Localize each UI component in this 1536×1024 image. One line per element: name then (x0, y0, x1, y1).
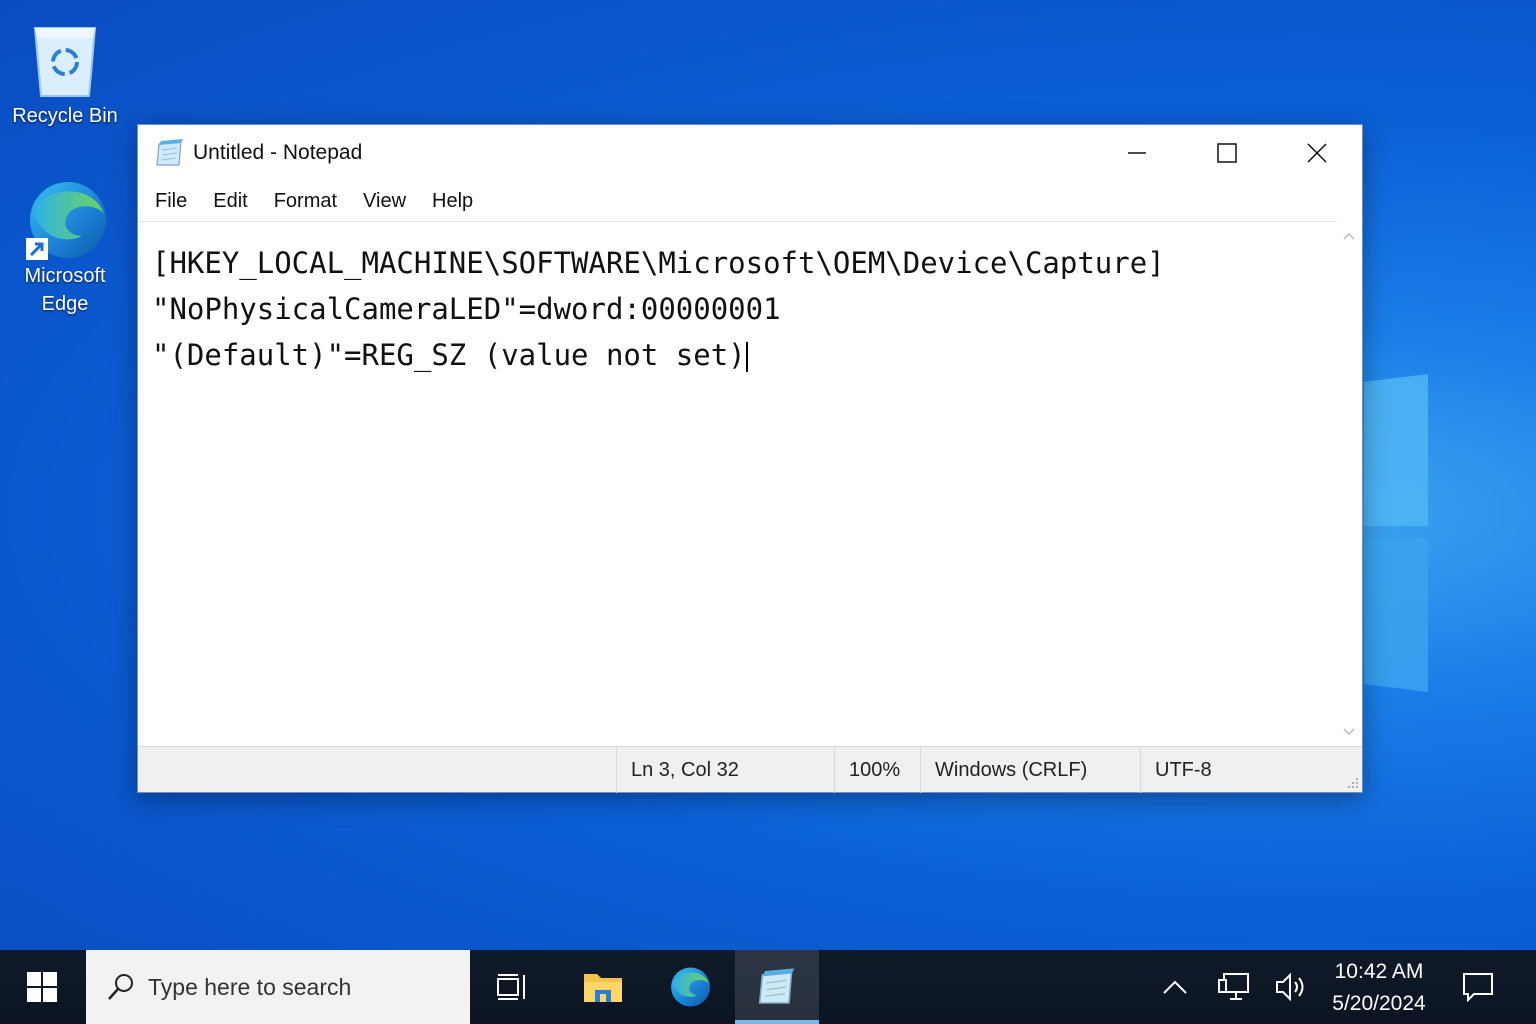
text-editor[interactable]: [HKEY_LOCAL_MACHINE\SOFTWARE\Microsoft\O… (138, 221, 1337, 747)
desktop-icon-recycle-bin[interactable]: Recycle Bin (10, 18, 120, 130)
start-button[interactable] (0, 950, 84, 1024)
search-icon (108, 974, 133, 1000)
minimize-button[interactable] (1092, 125, 1182, 181)
task-view-button[interactable] (470, 950, 554, 1024)
status-position: Ln 3, Col 32 (616, 747, 834, 793)
network-button[interactable] (1209, 950, 1259, 1024)
desktop-icon-edge[interactable]: Microsoft Edge (10, 178, 120, 318)
file-explorer-button[interactable] (561, 950, 645, 1024)
notepad-icon (758, 968, 795, 1004)
clock-time: 10:42 AM (1334, 960, 1424, 983)
desktop-icon-label-line2: Edge (41, 293, 89, 315)
status-zoom: 100% (834, 747, 920, 793)
maximize-button[interactable] (1182, 125, 1272, 181)
notepad-window[interactable]: Untitled - Notepad File Edit Format View… (137, 124, 1363, 793)
clock-date: 5/20/2024 (1332, 992, 1426, 1015)
volume-button[interactable] (1267, 950, 1317, 1024)
scroll-up-icon[interactable] (1342, 229, 1356, 243)
status-bar: Ln 3, Col 32 100% Windows (CRLF) UTF-8 (138, 746, 1362, 793)
text-line-3-content: "(Default)"=REG_SZ (value not set) (152, 338, 746, 372)
vertical-scrollbar[interactable] (1337, 221, 1362, 747)
action-center-button[interactable] (1452, 950, 1504, 1024)
menu-view[interactable]: View (352, 186, 417, 217)
minimize-icon (1128, 152, 1146, 154)
desktop-icon-label-line1: Microsoft (24, 265, 106, 287)
edge-taskbar-button[interactable] (647, 950, 731, 1024)
search-placeholder: Type here to search (148, 973, 352, 1000)
network-icon (1218, 973, 1249, 1000)
volume-icon (1276, 972, 1304, 1002)
text-line-1: [HKEY_LOCAL_MACHINE\SOFTWARE\Microsoft\O… (152, 246, 1165, 280)
windows-start-icon (27, 972, 57, 1002)
action-center-icon (1463, 973, 1493, 1002)
window-title: Untitled - Notepad (193, 141, 363, 164)
edge-icon (671, 967, 710, 1007)
taskbar: Type here to search 10:42 AM 5/20/2024 (0, 950, 1536, 1024)
notepad-icon (156, 139, 183, 166)
menu-bar: File Edit Format View Help (138, 181, 1362, 221)
chevron-up-icon (1163, 980, 1187, 994)
edge-icon (26, 182, 106, 260)
menu-file[interactable]: File (144, 186, 198, 217)
desktop-icon-label: Recycle Bin (12, 105, 118, 127)
text-line-3: "(Default)"=REG_SZ (value not set) (152, 332, 1337, 378)
file-explorer-icon (584, 974, 622, 1002)
menu-edit[interactable]: Edit (202, 186, 258, 217)
task-view-icon (497, 974, 525, 1000)
resize-grip-icon[interactable] (1345, 775, 1359, 789)
status-line-endings: Windows (CRLF) (920, 747, 1140, 793)
notepad-taskbar-button[interactable] (735, 950, 819, 1024)
maximize-icon (1217, 143, 1237, 163)
taskbar-search-box[interactable]: Type here to search (86, 950, 470, 1024)
close-icon (1307, 143, 1327, 163)
windows-logo-wallpaper (1364, 374, 1428, 692)
status-encoding: UTF-8 (1140, 747, 1340, 793)
text-caret (745, 342, 748, 372)
recycle-bin-icon (33, 27, 97, 97)
close-button[interactable] (1272, 125, 1362, 181)
text-line-2: "NoPhysicalCameraLED"=dword:00000001 (152, 292, 781, 326)
menu-help[interactable]: Help (421, 186, 484, 217)
scroll-down-icon[interactable] (1342, 725, 1356, 739)
taskbar-clock[interactable]: 10:42 AM 5/20/2024 (1322, 956, 1436, 1020)
menu-format[interactable]: Format (263, 186, 348, 217)
show-hidden-icons-button[interactable] (1150, 950, 1200, 1024)
title-bar[interactable]: Untitled - Notepad (138, 125, 1362, 181)
